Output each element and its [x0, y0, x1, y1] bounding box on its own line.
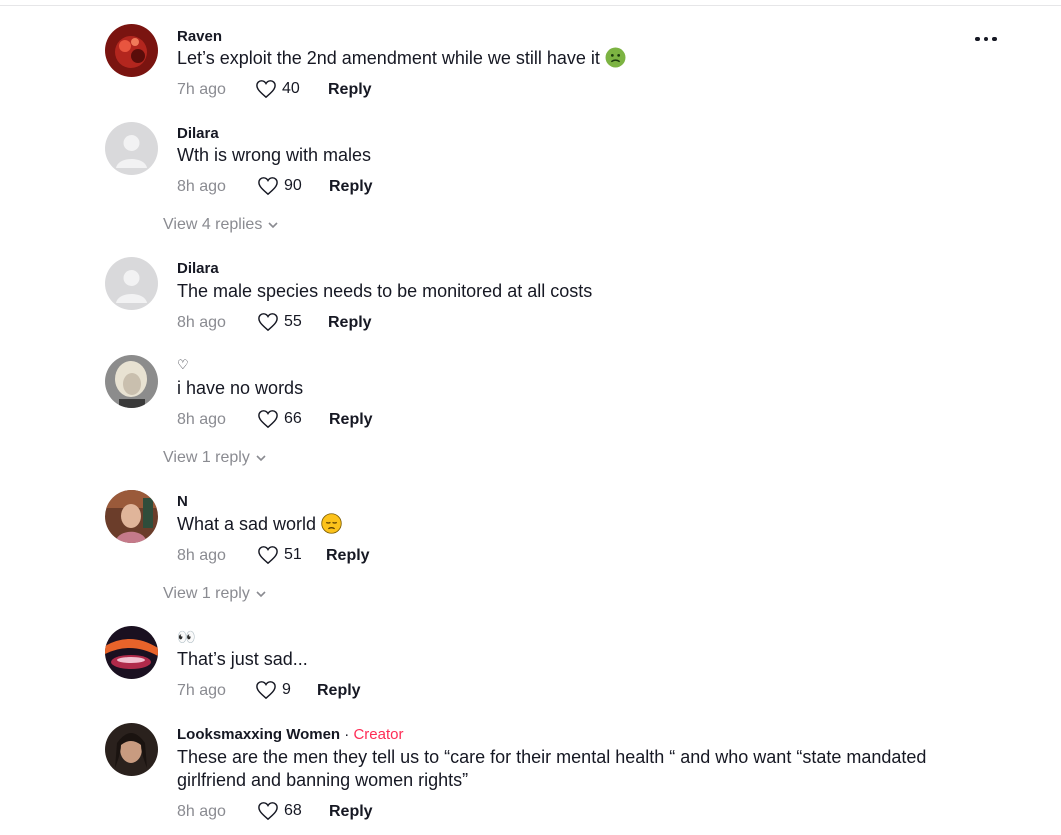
comment-username[interactable]: ♡ — [177, 357, 189, 373]
chevron-down-icon — [256, 455, 266, 462]
view-replies-label: View 4 replies — [163, 216, 263, 233]
heart-icon — [258, 410, 278, 429]
comment-username: Looksmaxxing Women · Creator — [177, 726, 403, 743]
like-count: 9 — [282, 681, 291, 698]
like-button[interactable]: 90 — [257, 176, 302, 196]
comment-text: Let’s exploit the 2nd amendment while we… — [177, 47, 977, 70]
reply-button[interactable]: Reply — [317, 682, 361, 700]
comment-timestamp: 8h ago — [177, 178, 226, 195]
comment-text: What a sad world — [177, 513, 977, 536]
comment-timestamp: 8h ago — [177, 411, 226, 428]
heart-icon — [258, 546, 278, 565]
comment-timestamp: 8h ago — [177, 314, 226, 331]
heart-icon — [258, 177, 278, 196]
like-count: 68 — [284, 802, 302, 819]
comment-username[interactable]: Raven — [177, 28, 222, 45]
avatar[interactable] — [105, 122, 158, 175]
name-separator: · — [340, 726, 354, 743]
comment-username[interactable]: N — [177, 493, 188, 510]
like-button[interactable]: 66 — [257, 409, 302, 429]
comment-timestamp: 7h ago — [177, 682, 226, 699]
like-button[interactable]: 55 — [257, 312, 302, 332]
comment-username[interactable]: 👀 — [177, 628, 196, 646]
like-button[interactable]: 9 — [255, 680, 291, 700]
like-count: 66 — [284, 410, 302, 427]
comment-text: That’s just sad... — [177, 649, 308, 669]
reply-button[interactable]: Reply — [329, 411, 373, 429]
view-replies-button[interactable]: View 4 replies — [163, 216, 280, 234]
avatar[interactable] — [105, 626, 158, 679]
avatar[interactable] — [105, 723, 158, 776]
chevron-down-icon — [256, 591, 266, 598]
reply-button[interactable]: Reply — [328, 314, 372, 332]
comment-text: Wth is wrong with males — [177, 145, 372, 165]
comment-text: i have no words — [177, 378, 304, 398]
view-replies-button[interactable]: View 1 reply — [163, 585, 268, 603]
view-replies-label: View 1 reply — [163, 585, 250, 602]
avatar[interactable] — [105, 24, 158, 77]
view-replies-label: View 1 reply — [163, 449, 250, 466]
reply-button[interactable]: Reply — [329, 178, 373, 196]
avatar[interactable] — [105, 257, 158, 310]
comment-username[interactable]: Dilara — [177, 260, 219, 277]
comment-timestamp: 8h ago — [177, 803, 226, 820]
comment-timestamp: 8h ago — [177, 547, 226, 564]
creator-badge: Creator — [353, 726, 404, 743]
comment-username[interactable]: Dilara — [177, 125, 219, 142]
like-count: 90 — [284, 177, 302, 194]
comment-timestamp: 7h ago — [177, 81, 226, 98]
reply-button[interactable]: Reply — [328, 81, 372, 99]
reply-button[interactable]: Reply — [329, 803, 373, 821]
comment-text: The male species needs to be monitored a… — [177, 281, 593, 301]
like-count: 55 — [284, 313, 302, 330]
like-count: 51 — [284, 546, 302, 563]
like-button[interactable]: 40 — [255, 79, 300, 99]
heart-icon — [258, 313, 278, 332]
avatar[interactable] — [105, 355, 158, 408]
downcast-face-icon — [321, 513, 342, 534]
heart-icon — [256, 80, 276, 99]
like-button[interactable]: 51 — [257, 545, 302, 565]
heart-icon — [256, 681, 276, 700]
avatar[interactable] — [105, 490, 158, 543]
chevron-down-icon — [268, 222, 278, 229]
nauseated-face-icon — [605, 47, 626, 68]
more-options-icon[interactable] — [975, 32, 1001, 46]
comment-text: These are the men they tell us to “care … — [177, 747, 927, 790]
top-divider — [0, 5, 1061, 6]
like-button[interactable]: 68 — [257, 801, 302, 821]
view-replies-button[interactable]: View 1 reply — [163, 449, 268, 467]
like-count: 40 — [282, 80, 300, 97]
heart-icon — [258, 802, 278, 821]
reply-button[interactable]: Reply — [326, 547, 370, 565]
creator-username[interactable]: Looksmaxxing Women — [177, 726, 340, 743]
